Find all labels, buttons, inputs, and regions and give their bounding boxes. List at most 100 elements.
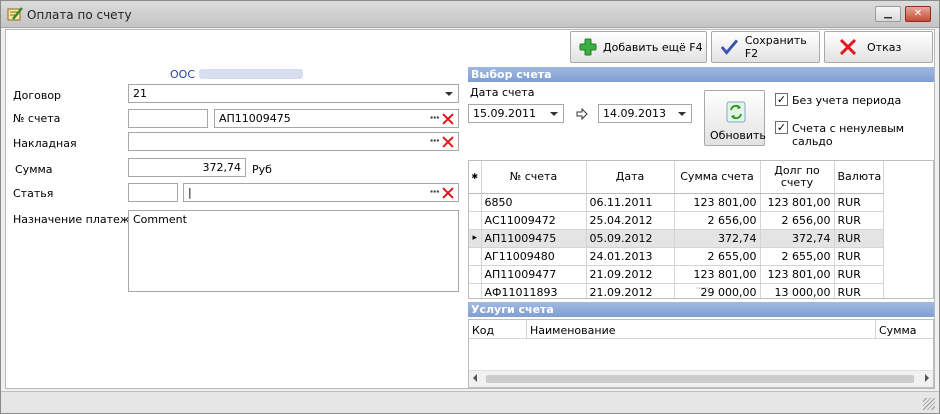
scrollbar-thumb[interactable]	[486, 375, 914, 383]
contract-select[interactable]: 21	[128, 84, 459, 103]
cell-invoice-no: АП11009477	[481, 265, 587, 284]
column-header-name[interactable]: Наименование	[530, 324, 615, 337]
row-indicator[interactable]: ▸	[469, 229, 482, 248]
client-area: Добавить ещё F4 Сохранить F2 Отказ ООС Д…	[5, 29, 935, 389]
row-indicator[interactable]	[469, 265, 482, 284]
cell-currency: RUR	[834, 229, 884, 248]
purpose-textarea[interactable]: Comment	[128, 210, 459, 292]
dialog-window: Оплата по счету ▁ ✕ Добавить ещё F4 Сохр…	[0, 0, 940, 414]
invoice-number-label: № счета	[13, 112, 61, 125]
article-value: |	[188, 186, 192, 199]
cell-invoice-sum: 123 801,00	[674, 265, 761, 284]
column-divider	[875, 320, 876, 339]
article-input[interactable]: | ···	[183, 183, 459, 202]
grid-corner-icon[interactable]: ✱	[469, 161, 482, 194]
services-header: Услуги счета	[468, 302, 934, 317]
cell-invoice-no: 6850	[481, 193, 587, 212]
table-row[interactable]: 6850 06.11.2011 123 801,00 123 801,00 RUR	[469, 193, 884, 212]
column-header-code[interactable]: Код	[472, 324, 494, 337]
column-header-invoice-sum[interactable]: Сумма счета	[674, 161, 761, 194]
checkmark-icon	[720, 39, 739, 55]
red-x-icon	[839, 38, 857, 56]
cell-debt: 123 801,00	[760, 265, 835, 284]
cell-debt: 123 801,00	[760, 193, 835, 212]
no-period-checkbox[interactable]: ✓	[775, 93, 788, 106]
scroll-right-icon[interactable]	[925, 374, 929, 382]
nonzero-balance-checkbox[interactable]: ✓	[775, 121, 788, 134]
cell-invoice-sum: 123 801,00	[674, 193, 761, 212]
clear-x-icon[interactable]	[442, 113, 454, 125]
table-row[interactable]: ▸ АП11009475 05.09.2012 372,74 372,74 RUR	[469, 229, 884, 248]
row-indicator[interactable]	[469, 211, 482, 230]
waybill-input[interactable]: ···	[128, 132, 459, 151]
status-bar	[1, 391, 939, 413]
invoice-prefix-input[interactable]	[128, 109, 208, 128]
table-row[interactable]: АП11009477 21.09.2012 123 801,00 123 801,00…	[469, 265, 884, 284]
cell-debt: 2 656,00	[760, 211, 835, 230]
cell-date: 25.04.2012	[586, 211, 675, 230]
organization-name: ООС	[170, 68, 195, 81]
refresh-button[interactable]: Обновить	[704, 90, 766, 146]
right-arrow-icon	[576, 108, 588, 120]
cell-invoice-no: АС11009472	[481, 211, 587, 230]
add-more-button[interactable]: Добавить ещё F4	[570, 31, 707, 63]
cell-invoice-sum: 2 656,00	[674, 211, 761, 230]
article-code-input[interactable]	[128, 183, 178, 202]
refresh-label: Обновить	[710, 129, 766, 142]
minimize-button[interactable]: ▁	[875, 6, 901, 22]
table-row[interactable]: АГ11009480 24.01.2013 2 655,00 2 655,00 RUR	[469, 247, 884, 266]
cell-date: 05.09.2012	[586, 229, 675, 248]
column-header-debt[interactable]: Долг по счету	[760, 161, 835, 194]
organization-name-blurred	[199, 69, 303, 79]
chevron-down-icon[interactable]	[445, 92, 453, 96]
date-from-value: 15.09.2011	[473, 107, 536, 120]
clear-x-icon[interactable]	[442, 187, 454, 199]
row-indicator[interactable]	[469, 247, 482, 266]
cancel-button[interactable]: Отказ	[824, 31, 933, 63]
browse-dots-icon[interactable]: ···	[429, 134, 440, 147]
chevron-down-icon[interactable]	[550, 112, 558, 116]
browse-dots-icon[interactable]: ···	[429, 111, 440, 124]
browse-dots-icon[interactable]: ···	[429, 185, 440, 198]
cell-currency: RUR	[834, 247, 884, 266]
services-header-row: Код Наименование Сумма	[469, 320, 933, 339]
cell-invoice-no: АГ11009480	[481, 247, 587, 266]
resize-grip-icon[interactable]	[923, 398, 935, 410]
cell-date: 21.09.2012	[586, 265, 675, 284]
column-header-invoice-no[interactable]: № счета	[481, 161, 587, 194]
row-indicator[interactable]	[469, 193, 482, 212]
date-from-picker[interactable]: 15.09.2011	[468, 104, 564, 123]
cell-invoice-no: АП11009475	[481, 229, 587, 248]
column-header-currency[interactable]: Валюта	[834, 161, 884, 194]
cell-currency: RUR	[834, 211, 884, 230]
cancel-label: Отказ	[867, 40, 902, 54]
services-grid: Код Наименование Сумма	[468, 319, 934, 388]
purpose-label: Назначение платежа	[13, 213, 137, 226]
invoice-number-input[interactable]: АП11009475 ···	[214, 109, 459, 128]
column-header-amount[interactable]: Сумма	[879, 324, 917, 337]
save-label: Сохранить F2	[744, 34, 807, 60]
chevron-down-icon[interactable]	[678, 112, 686, 116]
cell-debt: 2 655,00	[760, 247, 835, 266]
date-to-picker[interactable]: 14.09.2013	[598, 104, 692, 123]
cell-date: 06.11.2011	[586, 193, 675, 212]
invoice-date-label: Дата счета	[470, 86, 535, 99]
sum-input[interactable]: 372,74	[128, 158, 246, 177]
save-button[interactable]: Сохранить F2	[711, 31, 820, 63]
horizontal-scrollbar[interactable]	[469, 370, 933, 387]
nonzero-balance-label: Счета с ненулевым сальдо	[792, 122, 905, 148]
currency-label: Руб	[252, 163, 272, 176]
invoice-number-value: АП11009475	[219, 112, 291, 125]
scroll-left-icon[interactable]	[473, 374, 477, 382]
cell-currency: RUR	[834, 265, 884, 284]
table-row[interactable]: АС11009472 25.04.2012 2 656,00 2 656,00 RUR	[469, 211, 884, 230]
cell-debt: 372,74	[760, 229, 835, 248]
column-header-date[interactable]: Дата	[586, 161, 675, 194]
grid-header-row: ✱ № счета Дата Сумма счета Долг по счету…	[469, 161, 884, 194]
close-window-button[interactable]: ✕	[905, 6, 931, 22]
splitter-grip[interactable]: ·····	[469, 285, 933, 294]
clear-x-icon[interactable]	[442, 136, 454, 148]
title-bar: Оплата по счету ▁ ✕	[1, 1, 939, 28]
invoices-grid: ✱ № счета Дата Сумма счета Долг по счету…	[468, 160, 934, 299]
cell-currency: RUR	[834, 193, 884, 212]
